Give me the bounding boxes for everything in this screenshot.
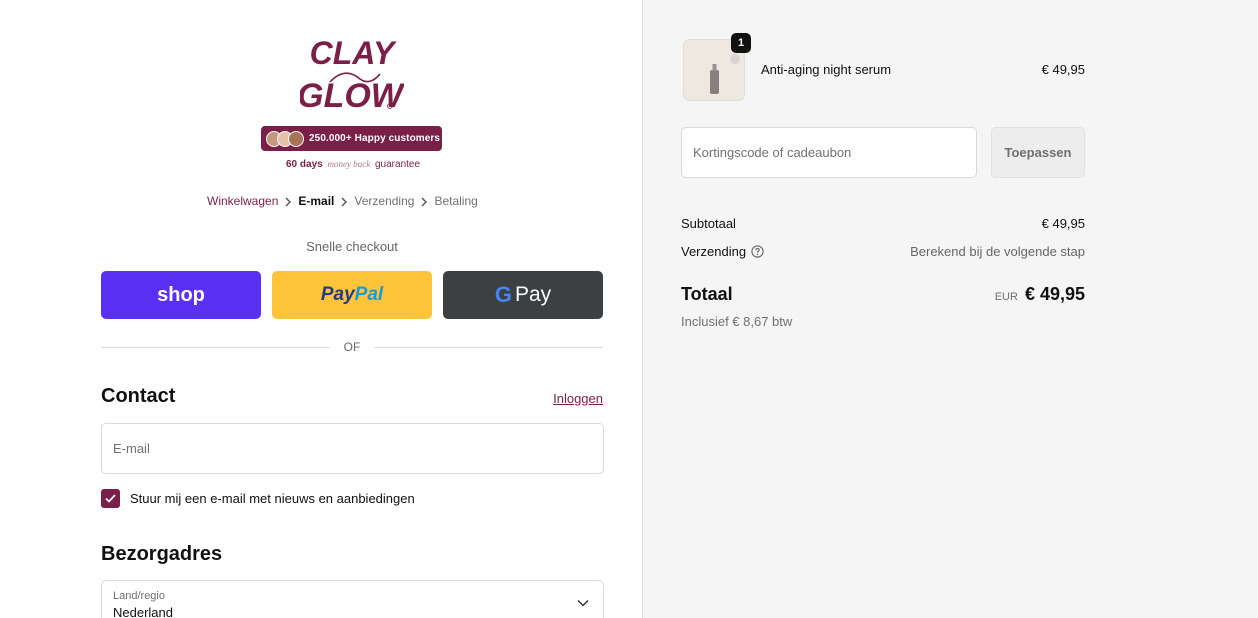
shipping-value: Berekend bij de volgende stap [910,244,1085,259]
newsletter-checkbox[interactable] [101,489,120,508]
newsletter-option[interactable]: Stuur mij een e-mail met nieuws en aanbi… [101,489,415,508]
email-field[interactable]: E-mail [101,423,604,474]
guarantee-days: 60 days [286,159,323,170]
newsletter-label: Stuur mij een e-mail met nieuws en aanbi… [130,491,415,506]
separator-line [374,346,604,348]
quantity-badge: 1 [731,33,751,53]
email-placeholder: E-mail [113,441,150,456]
breadcrumb: Winkelwagen E-mail Verzending Betaling [207,194,478,208]
country-label: Land/regio [113,590,165,602]
logo-text-bottom: GLOW [300,77,404,114]
subtotal-value: € 49,95 [1041,216,1085,231]
contact-heading: Contact [101,385,176,407]
google-g-icon: G [494,282,512,307]
currency-code: EUR [994,291,1018,303]
login-link[interactable]: Inloggen [553,391,603,406]
or-separator: OF [101,339,604,355]
breadcrumb-cart[interactable]: Winkelwagen [207,194,278,208]
delivery-address-heading: Bezorgadres [101,543,223,565]
paypal-part1: Pay [320,284,355,305]
customer-avatar [288,130,304,147]
happy-customers-badge: 250.000+ Happy customers [261,126,442,151]
country-select[interactable]: Land/regio Nederland [101,580,604,618]
shipping-label: Verzending [681,244,747,259]
money-back-guarantee: 60 days money back guarantee [286,159,420,170]
chevron-down-icon [577,599,589,607]
shipping-label-row: Verzending [681,244,764,259]
apply-button[interactable]: Toepassen [991,127,1085,178]
guarantee-end: guarantee [375,159,421,170]
vat-note: Inclusief € 8,67 btw [681,314,793,329]
discount-code-input[interactable]: Kortingscode of cadeaubon [681,127,977,178]
guarantee-middle: money back [327,159,371,169]
clay-glow-logo[interactable]: CLAY GLOW [300,34,404,114]
separator-line [101,346,330,348]
breadcrumb-shipping: Verzending [354,194,415,208]
country-value: Nederland [113,605,173,618]
badge-text: 250.000+ Happy customers [309,133,441,144]
order-summary: 1 Anti-aging night serum € 49,95 Korting… [643,0,1258,618]
paypal-logo: PayPal [321,284,383,306]
logo-text-top: CLAY [310,35,397,71]
chevron-right-icon [334,194,354,208]
total-amount: € 49,95 [1024,284,1085,304]
subtotal-label: Subtotaal [681,216,736,231]
product-name: Anti-aging night serum [761,62,892,77]
google-pay-label: Pay [514,283,552,306]
paypal-button[interactable]: PayPal [272,271,432,319]
shop-pay-button[interactable]: shop [101,271,261,319]
help-icon[interactable] [751,245,764,258]
product-price: € 49,95 [1041,62,1085,77]
checkmark-icon [105,494,116,503]
paypal-part2: Pal [354,284,384,305]
discount-placeholder: Kortingscode of cadeaubon [693,145,852,160]
breadcrumb-payment: Betaling [434,194,478,208]
shop-pay-label: shop [157,283,205,306]
or-text: OF [343,340,361,354]
checkout-main: CLAY GLOW 250.000+ Happy customers 60 da… [0,0,642,618]
breadcrumb-email: E-mail [298,194,335,208]
google-pay-button[interactable]: G Pay [443,271,603,319]
express-checkout-title: Snelle checkout [306,239,398,254]
total-label: Totaal [681,284,733,304]
total-value-group: EUR € 49,95 [995,284,1085,305]
chevron-right-icon [278,194,298,208]
chevron-right-icon [414,194,434,208]
